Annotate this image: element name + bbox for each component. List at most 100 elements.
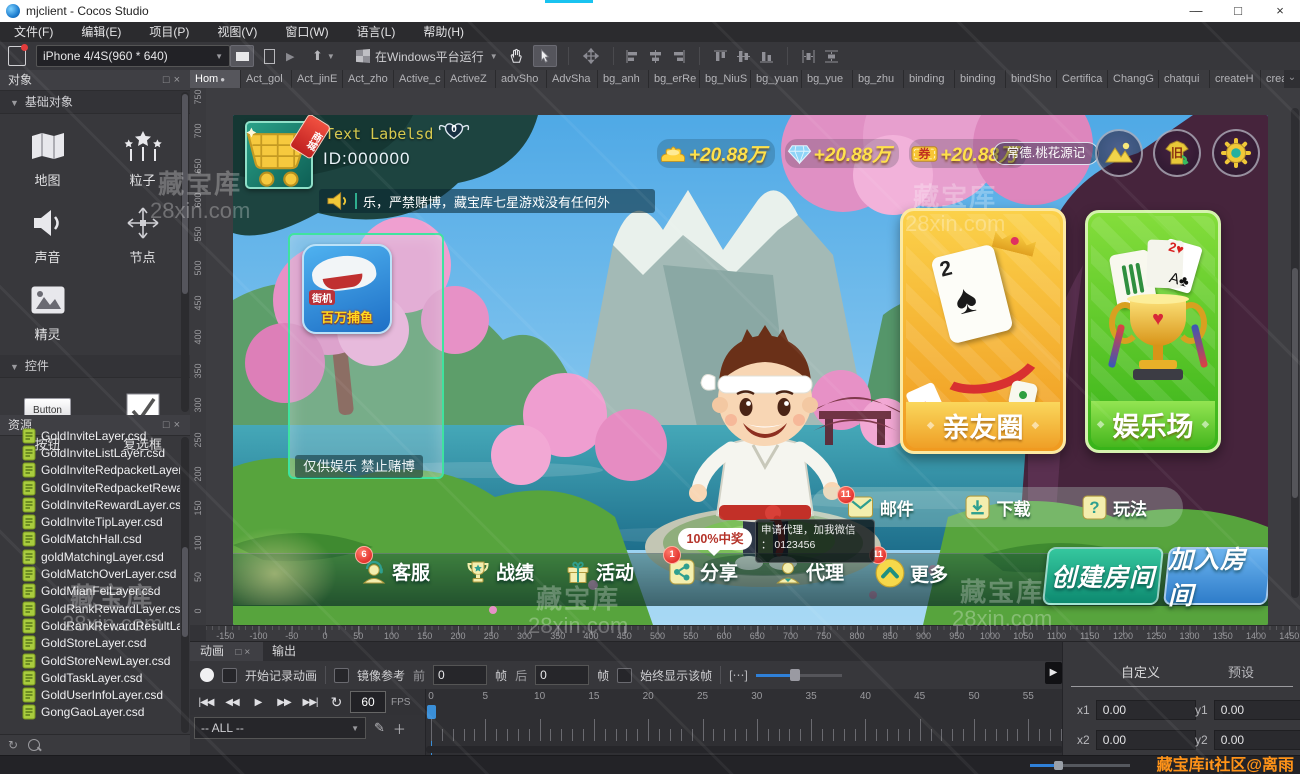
tab-animation[interactable]: 动画 □× xyxy=(190,642,263,661)
editor-tab-10[interactable]: bg_NiuS xyxy=(700,70,751,88)
objects-scrollbar[interactable] xyxy=(181,92,189,412)
friends-circle-card[interactable]: 2 ♠ ♦ ◆亲友圈◆ xyxy=(900,208,1066,454)
record-checkbox[interactable] xyxy=(222,668,237,683)
hand-tool[interactable] xyxy=(505,46,527,66)
mid-button-mail[interactable]: 11邮件 xyxy=(847,495,914,520)
menu-item-0[interactable]: 文件(F) xyxy=(0,22,67,42)
mid-button-download[interactable]: 下载 xyxy=(965,495,1030,520)
section-header-1[interactable]: ▼控件 xyxy=(0,355,190,378)
editor-tab-9[interactable]: bg_erRe xyxy=(649,70,700,88)
close-button[interactable]: × xyxy=(1260,0,1300,22)
object-item-map[interactable]: 地图 xyxy=(0,120,95,197)
play-icon[interactable]: ▶ xyxy=(246,697,270,708)
menu-item-2[interactable]: 项目(P) xyxy=(135,22,203,42)
align-right-icon[interactable] xyxy=(671,49,686,64)
panel-minimize-icon[interactable]: □ xyxy=(163,74,174,86)
editor-tab-1[interactable]: Act_gol xyxy=(241,70,292,88)
nav-button-more[interactable]: 11更多 xyxy=(875,558,948,588)
align-center-v-icon[interactable] xyxy=(736,49,751,64)
currency-ingot[interactable]: +20.88万 xyxy=(657,139,775,168)
device-select[interactable]: iPhone 4/4S(960 * 640) ▼ xyxy=(36,45,230,67)
play-icon[interactable]: ▶ xyxy=(286,50,294,63)
tab-preset[interactable]: 预设 xyxy=(1228,662,1254,681)
editor-tab-8[interactable]: bg_anh xyxy=(598,70,649,88)
distribute-v-icon[interactable] xyxy=(824,49,839,64)
editor-tab-3[interactable]: Act_zho xyxy=(343,70,394,88)
maximize-button[interactable]: □ xyxy=(1218,0,1258,22)
resources-scrollbar[interactable] xyxy=(181,437,189,733)
object-item-sound[interactable]: 声音 xyxy=(0,197,95,274)
arcade-card[interactable]: 2♥ A♣ ♥ ◆娱乐场◆ xyxy=(1085,210,1221,453)
shop-cart-button[interactable]: 商城 xyxy=(239,121,325,191)
resource-file[interactable]: GoldStoreNewLayer.csd xyxy=(22,652,180,669)
object-item-sprite[interactable]: 精灵 xyxy=(0,274,95,351)
menu-item-4[interactable]: 窗口(W) xyxy=(271,22,342,42)
y1-input[interactable] xyxy=(1214,700,1300,720)
expand-panel-icon[interactable]: ▶ xyxy=(1045,662,1062,684)
resource-file[interactable]: GoldInviteLayer.csd xyxy=(22,427,180,444)
editor-tab-15[interactable]: binding xyxy=(955,70,1006,88)
pencil-icon[interactable]: ✎ xyxy=(374,720,385,736)
new-scene-icon[interactable] xyxy=(8,46,26,66)
run-target-select[interactable]: 在Windows平台运行 ▼ xyxy=(356,45,498,67)
editor-tab-18[interactable]: ChangG xyxy=(1108,70,1159,88)
menu-item-5[interactable]: 语言(L) xyxy=(343,22,410,42)
resource-file[interactable]: GoldMatchOverLayer.csd xyxy=(22,565,180,582)
editor-tab-4[interactable]: Active_c xyxy=(394,70,445,88)
resource-file[interactable]: goldMatchingLayer.csd xyxy=(22,548,180,565)
menu-item-6[interactable]: 帮助(H) xyxy=(409,22,478,42)
align-top-icon[interactable] xyxy=(713,49,728,64)
section-header-0[interactable]: ▼基础对象 xyxy=(0,91,190,114)
editor-tab-20[interactable]: createH xyxy=(1210,70,1261,88)
fps-input[interactable] xyxy=(350,691,386,713)
onion-skin-slider[interactable] xyxy=(756,668,842,682)
currency-diamond[interactable]: +20.88万 xyxy=(785,139,900,168)
join-room-button[interactable]: 加入房间 xyxy=(1163,547,1268,605)
old-version-button[interactable]: 旧 xyxy=(1153,129,1201,177)
location-button[interactable]: 常德.桃花源记 xyxy=(993,142,1099,165)
menu-item-1[interactable]: 编辑(E) xyxy=(67,22,135,42)
tab-overflow-icon[interactable]: ⌄ xyxy=(1284,70,1300,88)
resource-file[interactable]: GoldStoreLayer.csd xyxy=(22,635,180,652)
x2-input[interactable] xyxy=(1096,730,1196,750)
portrait-orientation-button[interactable] xyxy=(258,46,280,66)
promo-panel[interactable]: 街机 百万捕鱼 xyxy=(288,233,444,479)
nav-button-share[interactable]: 1分享 xyxy=(669,558,738,585)
resource-file[interactable]: GoldInviteRedpacketLayer.csd xyxy=(22,462,180,479)
editor-tab-14[interactable]: binding xyxy=(904,70,955,88)
editor-tab-6[interactable]: advSho xyxy=(496,70,547,88)
photo-button[interactable] xyxy=(1095,129,1143,177)
editor-tab-19[interactable]: chatqui xyxy=(1159,70,1210,88)
publish-icon[interactable]: ⬆ xyxy=(312,48,323,64)
align-left-icon[interactable] xyxy=(625,49,640,64)
nav-button-gift[interactable]: 活动 xyxy=(565,558,634,585)
playhead[interactable] xyxy=(427,705,436,719)
minimize-button[interactable]: — xyxy=(1176,0,1216,22)
landscape-orientation-button[interactable] xyxy=(230,45,254,67)
resource-file[interactable]: GoldInviteListLayer.csd xyxy=(22,444,180,461)
editor-tab-7[interactable]: AdvSha xyxy=(547,70,598,88)
skip-end-icon[interactable]: ▶▶| xyxy=(298,697,322,708)
fast-forward-icon[interactable]: ▶▶ xyxy=(272,697,296,708)
create-room-button[interactable]: 创建房间 xyxy=(1042,547,1164,605)
resource-file[interactable]: GoldRankRewardLayer.csd xyxy=(22,600,180,617)
editor-tab-13[interactable]: bg_zhu xyxy=(853,70,904,88)
editor-tab-2[interactable]: Act_jinE xyxy=(292,70,343,88)
select-tool[interactable] xyxy=(533,45,557,67)
x1-input[interactable] xyxy=(1096,700,1196,720)
resource-file[interactable]: GongGaoLayer.csd xyxy=(22,704,180,721)
object-item-node[interactable]: 节点 xyxy=(95,197,190,274)
resource-file[interactable]: GoldInviteRewardLayer.csd xyxy=(22,496,180,513)
settings-button[interactable] xyxy=(1212,129,1260,177)
refresh-icon[interactable]: ↻ xyxy=(8,738,18,752)
editor-tab-11[interactable]: bg_yuan xyxy=(751,70,802,88)
resource-file[interactable]: GoldInviteTipLayer.csd xyxy=(22,513,180,530)
align-bottom-icon[interactable] xyxy=(759,49,774,64)
align-center-h-icon[interactable] xyxy=(648,49,663,64)
resource-file[interactable]: GoldMatchHall.csd xyxy=(22,531,180,548)
loop-icon[interactable]: ↻ xyxy=(324,694,348,711)
tab-output[interactable]: 输出 xyxy=(262,642,306,661)
rewind-icon[interactable]: ◀◀ xyxy=(220,697,244,708)
panel-close-icon[interactable]: × xyxy=(174,74,184,86)
before-frames-input[interactable] xyxy=(433,665,487,685)
